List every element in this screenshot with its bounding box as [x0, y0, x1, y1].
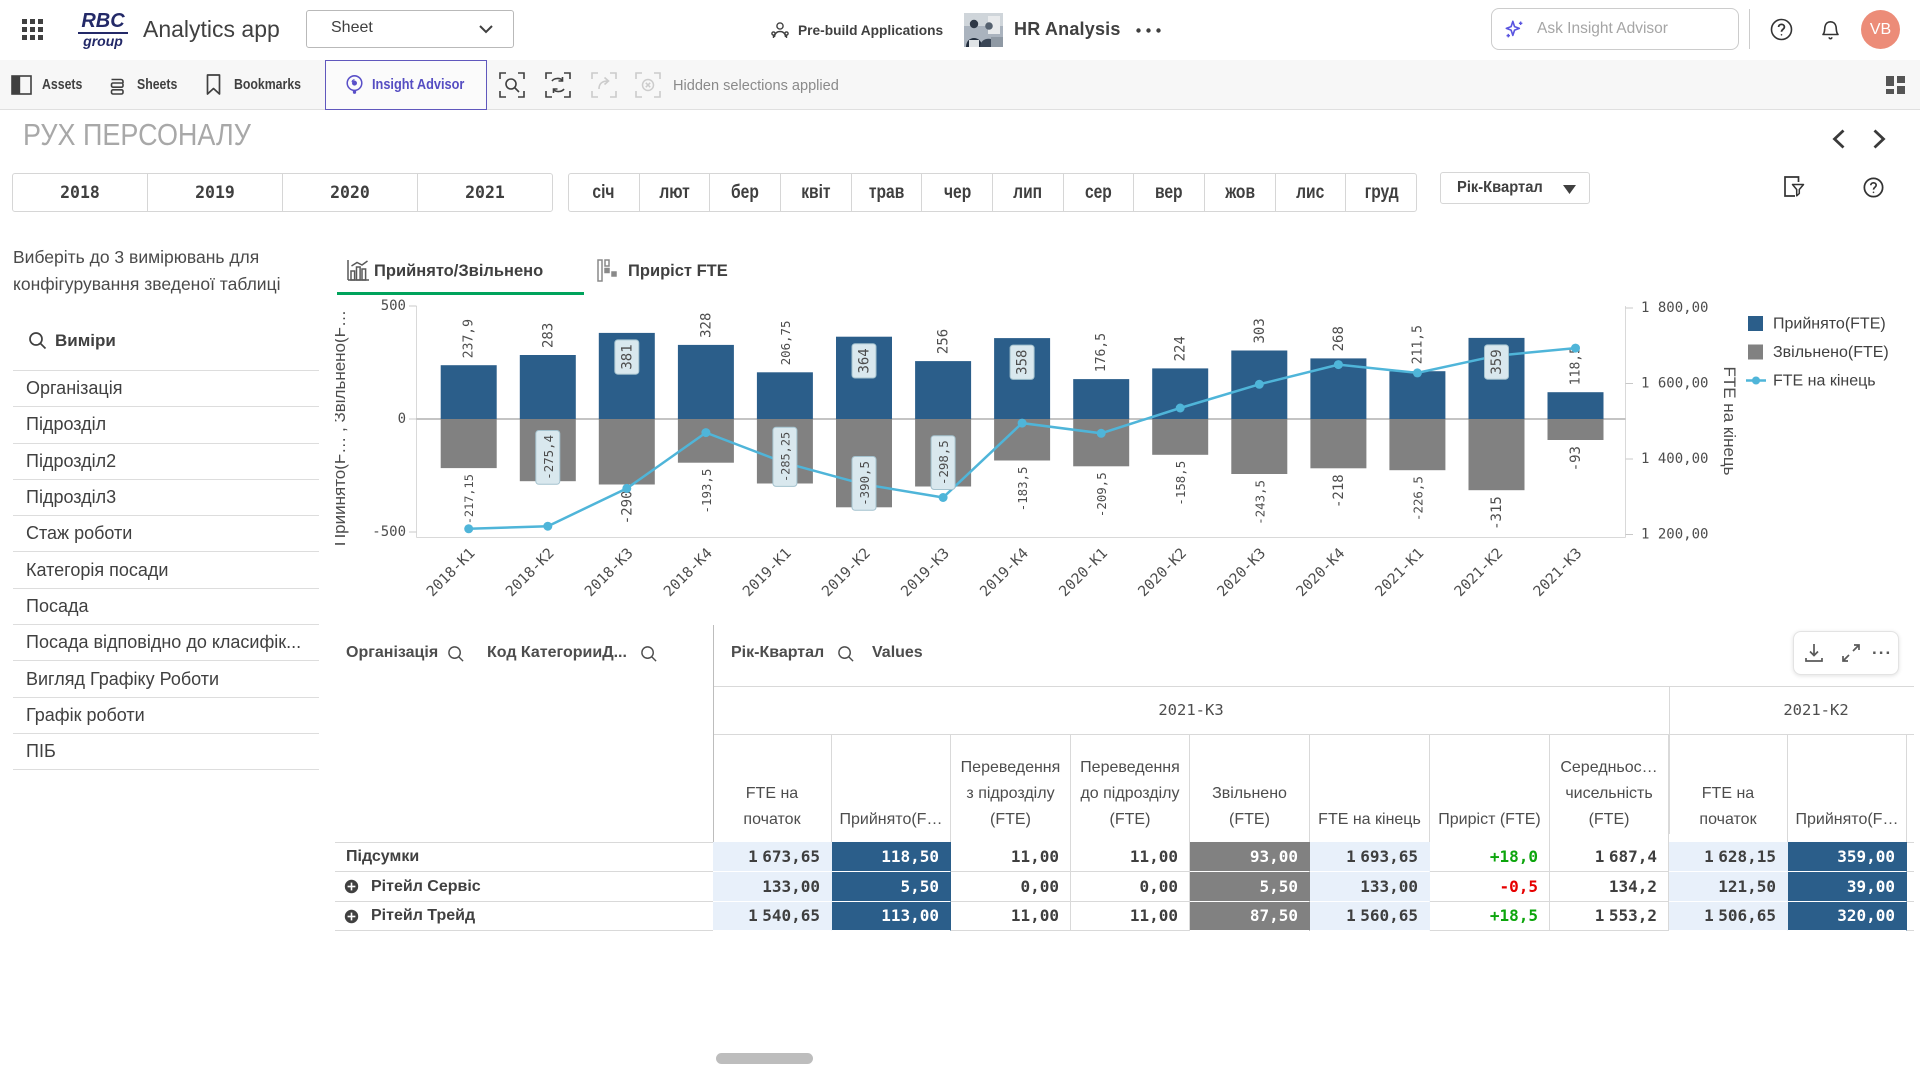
svg-text:0: 0: [398, 411, 406, 427]
svg-text:1 400,00: 1 400,00: [1641, 451, 1708, 467]
svg-text:2020-К4: 2020-К4: [1294, 545, 1349, 600]
svg-text:381: 381: [619, 344, 635, 369]
svg-text:-298,5: -298,5: [936, 440, 951, 485]
svg-text:2021-К3: 2021-К3: [1531, 546, 1586, 601]
svg-text:2018-К4: 2018-К4: [661, 545, 716, 600]
svg-text:364: 364: [857, 348, 873, 373]
svg-text:-226,5: -226,5: [1410, 476, 1425, 521]
svg-text:283: 283: [540, 323, 556, 348]
svg-text:1 800,00: 1 800,00: [1641, 300, 1708, 316]
svg-text:358: 358: [1015, 350, 1031, 375]
svg-text:-193,5: -193,5: [699, 469, 714, 514]
svg-text:303: 303: [1252, 318, 1268, 343]
svg-text:-158,5: -158,5: [1173, 461, 1188, 506]
svg-text:237,9: 237,9: [462, 319, 477, 358]
svg-text:-390,5: -390,5: [857, 461, 872, 506]
svg-text:2018-К1: 2018-К1: [424, 546, 479, 601]
svg-text:256: 256: [936, 329, 952, 354]
svg-text:-183,5: -183,5: [1015, 467, 1030, 512]
svg-text:2020-К3: 2020-К3: [1215, 546, 1270, 601]
svg-text:176,5: 176,5: [1094, 333, 1109, 372]
svg-text:2021-К2: 2021-К2: [1452, 546, 1507, 601]
svg-text:Звільнено(FTE): Звільнено(FTE): [1773, 344, 1889, 361]
svg-text:-285,25: -285,25: [778, 432, 792, 482]
svg-text:Прийнято(F… , Звільнено(F…: Прийнято(F… , Звільнено(F…: [335, 310, 349, 546]
svg-text:Прийнято(FTE): Прийнято(FTE): [1773, 316, 1886, 333]
svg-text:1 600,00: 1 600,00: [1641, 376, 1708, 392]
svg-text:211,5: 211,5: [1410, 325, 1425, 364]
svg-text:-290: -290: [619, 491, 635, 525]
svg-text:2018-К2: 2018-К2: [503, 546, 558, 601]
svg-text:500: 500: [381, 298, 406, 314]
svg-text:359: 359: [1489, 349, 1505, 374]
svg-text:-209,5: -209,5: [1094, 472, 1109, 517]
svg-text:268: 268: [1331, 326, 1347, 351]
svg-text:FTE на кінець: FTE на кінець: [1773, 373, 1876, 390]
svg-text:2020-К2: 2020-К2: [1136, 546, 1191, 601]
svg-text:2019-К4: 2019-К4: [977, 545, 1032, 600]
svg-text:-315: -315: [1489, 496, 1505, 530]
svg-text:2019-К2: 2019-К2: [819, 546, 874, 601]
svg-text:224: 224: [1173, 336, 1189, 361]
svg-text:2020-К1: 2020-К1: [1057, 546, 1112, 601]
svg-text:-243,5: -243,5: [1252, 480, 1267, 525]
svg-text:2021-К1: 2021-К1: [1373, 546, 1428, 601]
svg-text:206,75: 206,75: [778, 321, 793, 366]
svg-text:FTE на кінець: FTE на кінець: [1720, 366, 1739, 475]
svg-text:-500: -500: [372, 524, 406, 540]
svg-text:1 200,00: 1 200,00: [1641, 527, 1708, 543]
svg-text:2019-К1: 2019-К1: [740, 546, 795, 601]
svg-text:2018-К3: 2018-К3: [582, 546, 637, 601]
svg-text:-93: -93: [1568, 446, 1584, 471]
svg-text:-217,15: -217,15: [462, 474, 476, 524]
svg-text:-218: -218: [1331, 474, 1347, 508]
svg-text:-275,4: -275,4: [541, 435, 556, 480]
svg-text:2019-К3: 2019-К3: [898, 546, 953, 601]
svg-text:328: 328: [698, 313, 714, 338]
